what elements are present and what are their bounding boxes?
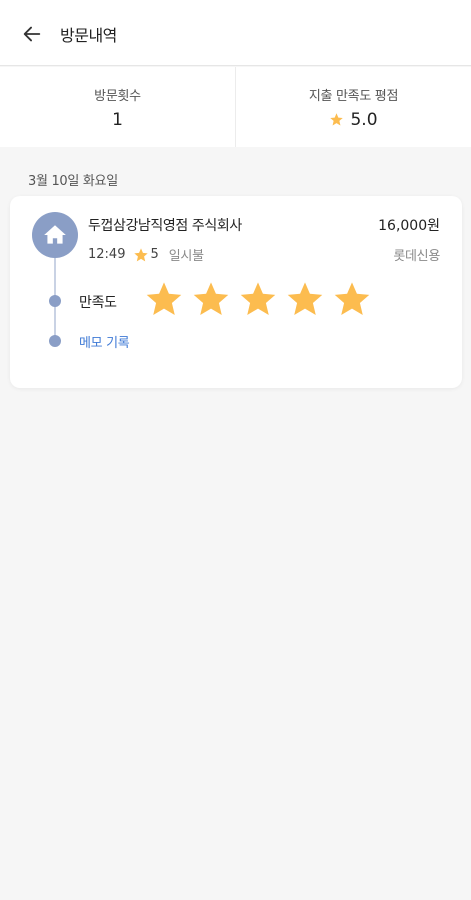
star-icon xyxy=(330,113,344,126)
satisfaction-stars xyxy=(145,280,371,318)
satisfaction-star-icon[interactable] xyxy=(145,280,183,318)
visit-count-cell: 방문횟수 1 xyxy=(0,67,235,147)
arrow-left-icon xyxy=(23,26,41,42)
rating-average-label: 지출 만족도 평점 xyxy=(308,88,399,104)
memo-record-link[interactable]: 메모 기록 xyxy=(79,332,130,351)
page-title: 방문내역 xyxy=(60,26,117,45)
visit-time: 12:49 xyxy=(88,247,126,262)
rating-average-number: 5.0 xyxy=(350,109,378,130)
rating-average-value: 5.0 xyxy=(329,109,378,130)
visit-count-value: 1 xyxy=(112,110,123,130)
home-icon xyxy=(44,225,66,244)
summary-panel: 방문횟수 1 지출 만족도 평점 5.0 xyxy=(0,67,471,147)
merchant-name: 두껍삼강남직영점 주식회사 xyxy=(88,218,242,234)
visit-rating: 5 xyxy=(150,247,159,262)
category-badge xyxy=(32,212,78,258)
date-header: 3월 10일 화요일 xyxy=(28,174,118,189)
payment-amount: 16,000원 xyxy=(378,218,440,234)
satisfaction-star-icon[interactable] xyxy=(192,280,230,318)
timeline-dot xyxy=(49,335,61,347)
visit-card[interactable]: 두껍삼강남직영점 주식회사 16,000원 12:49 5 일시불 롯데신용 만… xyxy=(10,196,462,388)
satisfaction-star-icon[interactable] xyxy=(239,280,277,318)
satisfaction-star-icon[interactable] xyxy=(333,280,371,318)
app-header: 방문내역 xyxy=(0,0,471,66)
star-icon xyxy=(134,247,149,261)
visit-count-label: 방문횟수 xyxy=(94,88,141,104)
rating-average-cell: 지출 만족도 평점 5.0 xyxy=(235,67,471,147)
timeline-dot xyxy=(49,295,61,307)
installment-plan: 일시불 xyxy=(168,249,204,264)
visit-count-number: 1 xyxy=(112,109,123,130)
card-type: 롯데신용 xyxy=(393,249,440,264)
visit-meta: 12:49 5 일시불 xyxy=(88,245,204,264)
back-button[interactable] xyxy=(18,20,46,48)
satisfaction-label: 만족도 xyxy=(79,295,117,311)
satisfaction-star-icon[interactable] xyxy=(286,280,324,318)
